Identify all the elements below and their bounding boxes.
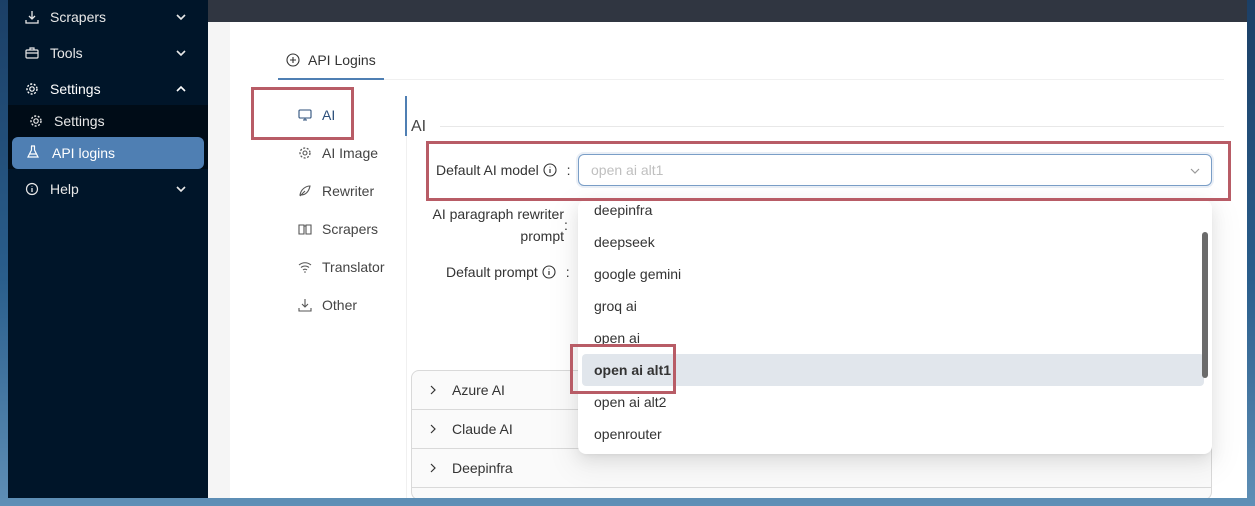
dropdown-scrollbar[interactable] (1202, 232, 1208, 378)
provider-label: Azure AI (452, 382, 505, 398)
sidebar-subitem-api-logins[interactable]: API logins (12, 137, 204, 169)
chevron-right-icon (430, 424, 436, 434)
provider-panel-deepinfra[interactable]: Deepinfra (412, 449, 1211, 488)
default-ai-model-label: Default AI model : (436, 162, 571, 178)
default-ai-model-select[interactable]: open ai alt1 (578, 154, 1212, 186)
sidebar-item-label: Tools (50, 45, 83, 61)
gear-icon (24, 81, 40, 97)
app-window: Scrapers Tools Settings Settings API log… (8, 0, 1247, 498)
category-tabs: AI AI Image Rewriter Scrapers Translator (274, 96, 407, 498)
chevron-down-icon (1190, 168, 1200, 174)
sidebar-item-label: Scrapers (50, 9, 107, 25)
chevron-right-icon (430, 463, 436, 473)
vtab-label: Scrapers (322, 221, 379, 237)
top-header-bar (208, 0, 1247, 22)
info-icon (543, 163, 557, 177)
monitor-icon (298, 109, 312, 121)
dropdown-option[interactable]: groq ai (582, 290, 1204, 322)
section-divider (440, 126, 1224, 127)
vtab-translator[interactable]: Translator (274, 248, 404, 286)
vtab-ai-image[interactable]: AI Image (274, 134, 404, 172)
chevron-right-icon (430, 385, 436, 395)
rewriter-prompt-label: AI paragraph rewriter prompt (432, 206, 564, 244)
dropdown-option[interactable]: deepseek (582, 226, 1204, 258)
flask-icon (26, 145, 42, 161)
book-icon (298, 224, 312, 235)
provider-label: Deepinfra (452, 460, 513, 476)
vtab-label: Rewriter (322, 183, 375, 199)
sidebar-item-label: Settings (50, 81, 101, 97)
vtab-scrapers[interactable]: Scrapers (274, 210, 404, 248)
sidebar-item-scrapers[interactable]: Scrapers (8, 1, 208, 33)
rewrite-icon (299, 185, 311, 197)
sidebar-subitem-settings[interactable]: Settings (8, 105, 208, 137)
sidebar-item-tools[interactable]: Tools (8, 37, 208, 69)
sidebar-subitem-label: Settings (54, 113, 105, 129)
sidebar: Scrapers Tools Settings Settings API log… (8, 0, 208, 498)
select-placeholder: open ai alt1 (591, 162, 664, 178)
main-content: API Logins AI AI Image Rewriter Scrapers… (208, 22, 1247, 498)
chevron-down-icon (176, 186, 186, 193)
vtab-label: AI Image (322, 145, 379, 161)
gear-icon (299, 147, 311, 159)
vtab-label: Other (322, 297, 358, 313)
sidebar-item-settings[interactable]: Settings (8, 73, 208, 105)
gear-icon (28, 113, 44, 129)
form-colon: : (564, 217, 568, 233)
wifi-icon (298, 262, 312, 273)
sidebar-item-label: Help (50, 181, 79, 197)
vtab-label: Translator (322, 259, 385, 275)
info-icon (542, 265, 556, 279)
section-title: AI (411, 118, 427, 135)
dropdown-option[interactable]: open ai alt2 (582, 386, 1204, 418)
sidebar-subitem-label: API logins (52, 145, 116, 161)
sidebar-item-help[interactable]: Help (8, 173, 208, 205)
vtab-other[interactable]: Other (274, 286, 404, 324)
tab-label: API Logins (308, 52, 376, 68)
download-icon (24, 9, 40, 25)
dropdown-option[interactable]: deepinfra (582, 200, 1204, 226)
vtab-label: AI (322, 107, 336, 123)
default-prompt-label: Default prompt : (446, 264, 570, 280)
content-card: API Logins AI AI Image Rewriter Scrapers… (230, 22, 1247, 498)
toolbox-icon (24, 45, 40, 61)
tab-bar: API Logins (278, 42, 1224, 80)
dropdown-option-selected[interactable]: open ai alt1 (582, 354, 1204, 386)
active-tab-indicator (405, 96, 407, 136)
tab-api-logins[interactable]: API Logins (278, 42, 384, 80)
dropdown-option[interactable]: openrouter (582, 418, 1204, 450)
dropdown-option[interactable]: open ai (582, 322, 1204, 354)
model-dropdown: deepinfra deepseek google gemini groq ai… (578, 200, 1212, 454)
chevron-down-icon (176, 50, 186, 57)
dropdown-option[interactable]: google gemini (582, 258, 1204, 290)
provider-label: Claude AI (452, 421, 513, 437)
vtab-ai[interactable]: AI (274, 96, 404, 134)
download-icon (298, 299, 312, 312)
info-icon (24, 181, 40, 197)
plus-circle-icon (286, 53, 300, 67)
vtab-rewriter[interactable]: Rewriter (274, 172, 404, 210)
chevron-up-icon (176, 85, 186, 92)
chevron-down-icon (176, 14, 186, 21)
